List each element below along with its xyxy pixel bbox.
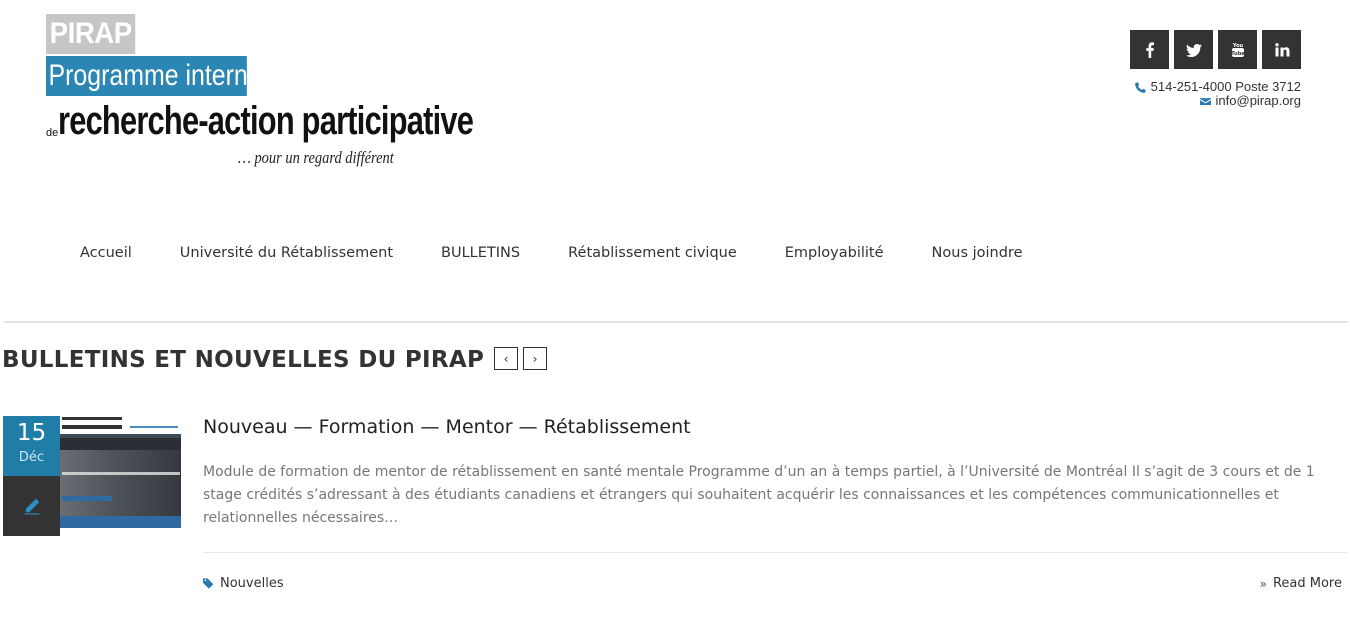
main-nav: Accueil Université du Rétablissement BUL… [0, 238, 1047, 268]
tag-icon [203, 578, 214, 589]
post-format-button[interactable] [3, 476, 60, 536]
nav-item-retablissement-civique[interactable]: Rétablissement civique [544, 238, 761, 268]
envelope-icon [1199, 97, 1211, 105]
nav-item-universite[interactable]: Université du Rétablissement [156, 238, 417, 268]
nav-divider [4, 321, 1348, 323]
logo-recherche-text: recherche-action participative [58, 99, 474, 143]
post-date-badge: 15 Déc [3, 416, 60, 476]
read-more-link[interactable]: » Read More [1260, 576, 1342, 591]
nav-item-employabilite[interactable]: Employabilité [761, 238, 908, 268]
email-row: info@pirap.org [1135, 94, 1301, 108]
email-link[interactable]: info@pirap.org [1216, 94, 1301, 108]
svg-text:Tube: Tube [1231, 51, 1245, 57]
post-date-day: 15 [16, 420, 47, 446]
post-tag-label: Nouvelles [220, 576, 284, 591]
prev-arrow-button[interactable]: ‹ [494, 347, 518, 370]
svg-text:You: You [1231, 43, 1243, 49]
twitter-icon[interactable] [1174, 30, 1213, 69]
thumbnail-header [60, 416, 181, 434]
section-title: BULLETINS ET NOUVELLES DU PIRAP [2, 347, 485, 373]
post-title-link[interactable]: Nouveau — Formation — Mentor — Rétabliss… [203, 414, 691, 440]
post-date-month: Déc [18, 450, 45, 465]
logo-tagline: … pour un regard différent [238, 148, 394, 167]
next-arrow-button[interactable]: › [523, 347, 547, 370]
youtube-icon[interactable]: You Tube [1218, 30, 1257, 69]
pencil-icon [24, 498, 39, 515]
phone-number: 514-251-4000 Poste 3712 [1150, 79, 1301, 94]
carousel-controls: ‹ › [494, 347, 547, 370]
facebook-icon[interactable] [1130, 30, 1169, 69]
logo-de-text: de [46, 127, 59, 139]
logo-pirap-text: PIRAP [46, 14, 136, 54]
double-chevron-icon: » [1259, 576, 1267, 591]
thumbnail-image [60, 450, 181, 516]
contact-info: 514-251-4000 Poste 3712 info@pirap.org [1134, 79, 1301, 108]
post-thumbnail[interactable] [60, 416, 181, 528]
social-links: You Tube [1130, 30, 1301, 69]
thumbnail-footer [60, 516, 181, 528]
thumbnail-nav [60, 438, 181, 450]
post-divider [203, 552, 1347, 553]
post-tag[interactable]: Nouvelles [203, 576, 284, 591]
nav-item-nous-joindre[interactable]: Nous joindre [908, 238, 1047, 268]
phone-row: 514-251-4000 Poste 3712 [1134, 79, 1301, 94]
site-logo[interactable]: PIRAP Programme international de recherc… [46, 14, 474, 179]
post-excerpt: Module de formation de mentor de rétabli… [203, 464, 1315, 526]
read-more-label: Read More [1272, 576, 1342, 591]
logo-programme-text: Programme international [46, 56, 247, 96]
phone-icon [1134, 81, 1146, 93]
linkedin-icon[interactable] [1262, 30, 1301, 69]
nav-item-accueil[interactable]: Accueil [0, 238, 156, 268]
nav-item-bulletins[interactable]: BULLETINS [417, 238, 544, 268]
